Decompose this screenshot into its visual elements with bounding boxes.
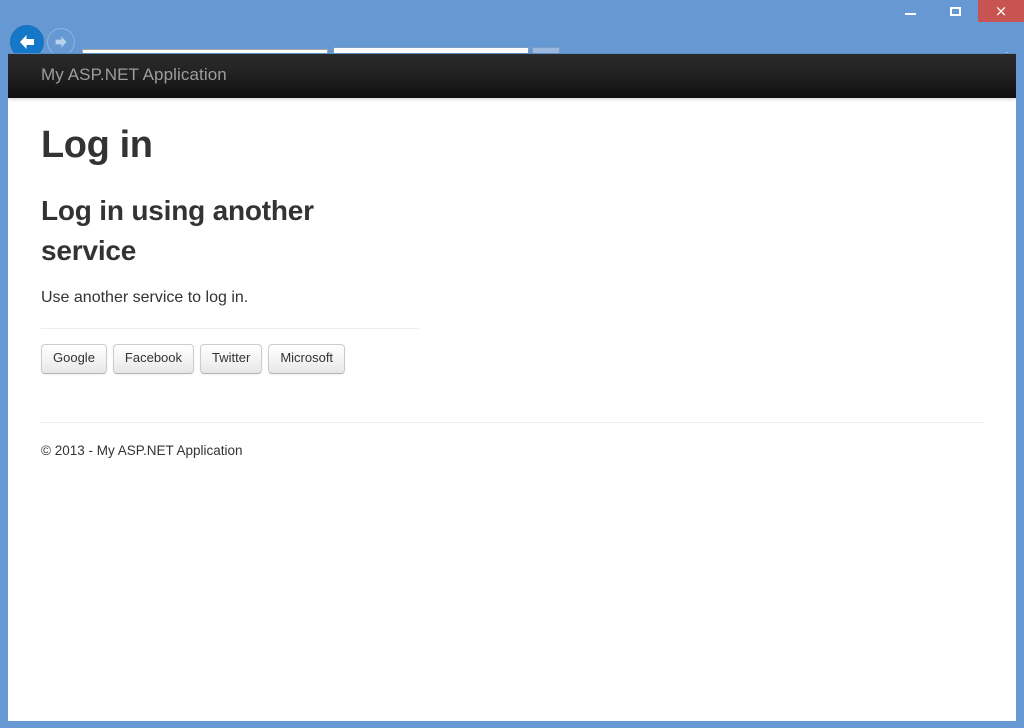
title-bar: ×: [0, 0, 1024, 22]
page-content: Log in Log in using another service Use …: [41, 98, 983, 458]
login-provider-twitter[interactable]: Twitter: [200, 343, 263, 374]
footer-copyright: © 2013 - My ASP.NET Application: [41, 442, 243, 458]
external-login-buttons: Google Facebook Twitter Microsoft: [41, 329, 983, 374]
maximize-button[interactable]: [933, 0, 978, 22]
browser-window: × http://www.wingtiptoys.com/: [0, 0, 1024, 728]
page-title: Log in: [41, 124, 153, 166]
minimize-icon: [905, 13, 916, 15]
forward-button[interactable]: [47, 28, 75, 56]
app-navbar: My ASP.NET Application: [8, 54, 1016, 98]
login-provider-google[interactable]: Google: [41, 343, 107, 374]
close-window-button[interactable]: ×: [978, 0, 1024, 22]
page-viewport: My ASP.NET Application Log in Log in usi…: [8, 53, 1016, 721]
app-brand-link[interactable]: My ASP.NET Application: [41, 65, 227, 85]
minimize-button[interactable]: [888, 0, 933, 22]
login-provider-microsoft[interactable]: Microsoft: [268, 343, 346, 374]
maximize-icon: [950, 6, 961, 16]
close-icon: ×: [994, 1, 1008, 20]
section-heading: Log in using another service: [41, 194, 314, 266]
section-paragraph: Use another service to log in.: [41, 289, 249, 307]
login-provider-facebook[interactable]: Facebook: [112, 343, 195, 374]
arrow-right-icon: [55, 36, 67, 48]
arrow-left-icon: [20, 35, 34, 49]
